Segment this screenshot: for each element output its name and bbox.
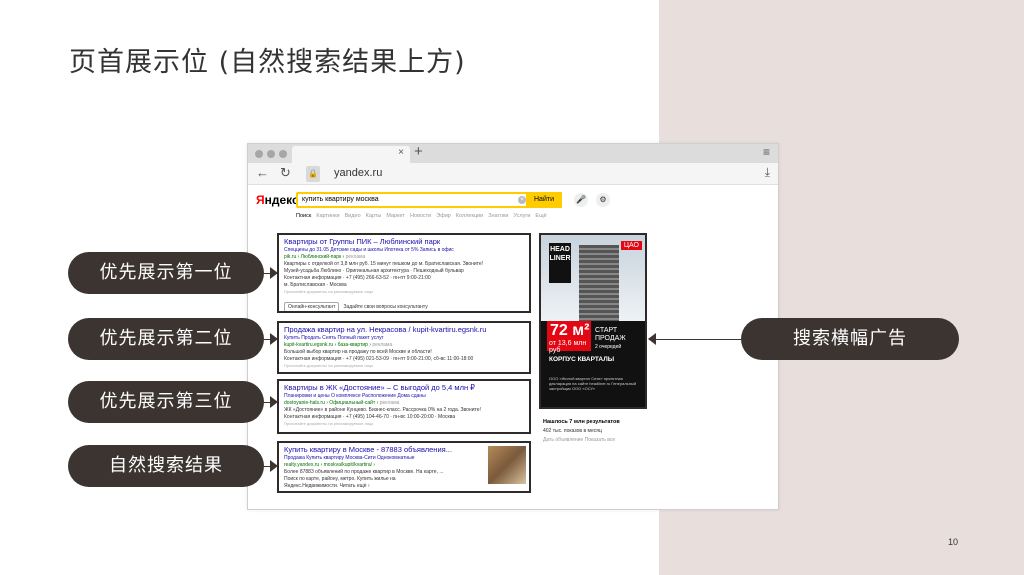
label-first-position: 优先展示第一位 xyxy=(68,252,264,294)
ad-contacts[interactable]: Контактная информация · +7 (495) 021-53-… xyxy=(284,356,524,363)
banner-start-sales: СТАРТ ПРОДАЖ 2 очередей xyxy=(595,327,626,351)
tab-services[interactable]: Услуги xyxy=(513,213,530,219)
search-box[interactable]: купить квартиру москва × Найти xyxy=(296,192,562,208)
tab-znatoki[interactable]: Знатоки xyxy=(488,213,508,219)
ad-text: Квартиры с отделкой от 3,8 млн руб. 15 м… xyxy=(284,261,484,267)
reload-icon[interactable]: ↻ xyxy=(280,165,291,181)
results-count: Нашлось 7 млн результатов xyxy=(543,419,620,425)
arrow-icon xyxy=(270,333,278,345)
ad-text: ЖК «Достояние» в районе Кунцево. Бизнес-… xyxy=(284,407,481,413)
browser-window: × + ≡ ← ↻ 🔒 yandex.ru ⤓ Яндекс купить кв… xyxy=(247,143,779,510)
tab-collections[interactable]: Коллекции xyxy=(456,213,483,219)
search-button[interactable]: Найти xyxy=(526,192,562,208)
ad-title[interactable]: Продажа квартир на ул. Некрасова / kupit… xyxy=(284,325,524,335)
ad-sitelinks[interactable]: Купить Продать Снять Полный пакет услуг xyxy=(284,335,524,342)
label-third-position: 优先展示第三位 xyxy=(68,381,264,423)
tab-market[interactable]: Маркет xyxy=(386,213,405,219)
ad-sitelinks[interactable]: Планировки и цены О комплексе Расположен… xyxy=(284,393,524,400)
download-icon[interactable]: ⤓ xyxy=(765,165,770,180)
address-bar: ← ↻ 🔒 yandex.ru ⤓ xyxy=(248,163,778,185)
ad-tag: реклама xyxy=(372,342,393,348)
ad-disclaimer: Прочитайте документы на рекламируемое ли… xyxy=(284,421,374,426)
ad-disclaimer: Прочитайте документы на рекламируемое ли… xyxy=(284,363,374,368)
lock-icon: 🔒 xyxy=(306,166,320,182)
banner-disclaimer: ООО «Жилой квартал Сити» проектная декла… xyxy=(549,376,637,391)
clear-icon[interactable]: × xyxy=(518,196,526,204)
connector-line xyxy=(655,339,741,340)
banner-image: HEAD LINER ЦАО xyxy=(541,235,645,321)
ad-text: Большой выбор квартир на продажу по всей… xyxy=(284,349,432,355)
url-input[interactable]: yandex.ru xyxy=(334,167,382,179)
arrow-icon xyxy=(270,460,278,472)
filters-icon[interactable]: ⚙ xyxy=(596,193,610,207)
ad-url[interactable]: dostoyanie-hals.ru › Официальный-сайт › xyxy=(284,400,378,406)
window-maximize-dot[interactable] xyxy=(279,150,287,158)
slide-title: 页首展示位 (自然搜索结果上方) xyxy=(69,47,466,78)
tab-close-icon[interactable]: × xyxy=(398,147,404,158)
label-second-position: 优先展示第二位 xyxy=(68,318,264,360)
browser-tab[interactable]: × xyxy=(292,146,410,163)
building-image xyxy=(579,245,619,321)
back-arrow-icon[interactable]: ← xyxy=(256,165,269,180)
ad-tag: реклама xyxy=(345,254,366,260)
arrow-icon xyxy=(270,396,278,408)
banner-start-line: СТАРТ xyxy=(595,327,618,334)
ad-contacts[interactable]: Контактная информация · +7 (495) 266-63-… xyxy=(284,275,524,282)
label-search-banner: 搜索横幅广告 xyxy=(741,318,959,360)
online-consultant-button[interactable]: Онлайн-консультант xyxy=(284,302,340,311)
tab-efir[interactable]: Эфир xyxy=(436,213,451,219)
tab-more[interactable]: Ещё xyxy=(535,213,546,219)
ad-title[interactable]: Квартиры в ЖК «Достояние» – С выгодой до… xyxy=(284,383,524,393)
tab-news[interactable]: Новости xyxy=(410,213,431,219)
microphone-icon[interactable]: 🎤 xyxy=(574,193,588,207)
logo-letter: Я xyxy=(256,193,265,207)
ad-result-third: Квартиры в ЖК «Достояние» – С выгодой до… xyxy=(277,379,531,434)
banner-title: КОРПУС КВАРТАЛЫ xyxy=(549,356,615,363)
banner-start-line: 2 очередей xyxy=(595,344,622,350)
arrow-icon xyxy=(270,267,278,279)
ad-sitelinks[interactable]: Спеццены до 31.05 Детские сады и школы И… xyxy=(284,247,524,254)
banner-district-badge: ЦАО xyxy=(620,241,642,250)
ad-url[interactable]: kupit-kvartiru.egsnk.ru › база-квартир › xyxy=(284,342,371,348)
tab-video[interactable]: Видео xyxy=(345,213,361,219)
ad-url[interactable]: pik.ru › Люблинский-парк › xyxy=(284,254,344,260)
search-banner-ad[interactable]: HEAD LINER ЦАО 72 м² от 13,6 млн руб СТА… xyxy=(539,233,647,409)
tab-maps[interactable]: Карты xyxy=(366,213,382,219)
banner-price-block: 72 м² от 13,6 млн руб xyxy=(547,321,591,354)
page-number: 10 xyxy=(948,537,959,547)
consult-note: Задайте свои вопросы консультанту xyxy=(343,304,428,310)
ad-contacts[interactable]: Контактная информация · +7 (495) 104-46-… xyxy=(284,414,524,421)
ad-address[interactable]: м. Братиславская · Москва xyxy=(284,282,524,289)
banner-logo: HEAD LINER xyxy=(549,243,571,283)
new-tab-icon[interactable]: + xyxy=(414,144,423,160)
search-tabs: Поиск Картинки Видео Карты Маркет Новости Эфир… xyxy=(296,213,552,219)
banner-start-line: ПРОДАЖ xyxy=(595,335,626,342)
search-stats: Нашлось 7 млн результатов 402 тыс. показ… xyxy=(543,419,620,443)
tab-images[interactable]: Картинки xyxy=(316,213,339,219)
stats-links[interactable]: Дать объявление Показать все xyxy=(543,437,620,443)
banner-price: от 13,6 млн руб xyxy=(549,340,587,354)
window-close-dot[interactable] xyxy=(255,150,263,158)
menu-icon[interactable]: ≡ xyxy=(763,145,770,159)
search-input[interactable]: купить квартиру москва xyxy=(302,194,379,206)
ad-tag: реклама xyxy=(379,400,400,406)
tab-bar: × + ≡ xyxy=(248,144,778,163)
result-thumbnail[interactable] xyxy=(488,446,526,484)
yandex-logo[interactable]: Яндекс xyxy=(256,193,299,207)
ad-result-second: Продажа квартир на ул. Некрасова / kupit… xyxy=(277,321,531,374)
window-minimize-dot[interactable] xyxy=(267,150,275,158)
monthly-shows: 402 тыс. показов в месяц xyxy=(543,428,602,434)
ad-title[interactable]: Квартиры от Группы ПИК – Люблинский парк xyxy=(284,237,524,247)
banner-area: 72 м² xyxy=(550,322,590,339)
logo-text: ндекс xyxy=(264,193,299,207)
label-organic-results: 自然搜索结果 xyxy=(68,445,264,487)
tab-search[interactable]: Поиск xyxy=(296,213,311,219)
ad-result-first: Квартиры от Группы ПИК – Люблинский парк… xyxy=(277,233,531,313)
organic-read-more[interactable]: Яндекс.Недвижимости. Читать ещё › xyxy=(284,483,524,490)
organic-result: Купить квартиру в Москве - 87883 объявле… xyxy=(277,441,531,493)
ad-text: Музей-усадьба Люблино · Оригинальная арх… xyxy=(284,268,464,274)
ad-disclaimer: Прочитайте документы на рекламируемое ли… xyxy=(284,289,374,294)
